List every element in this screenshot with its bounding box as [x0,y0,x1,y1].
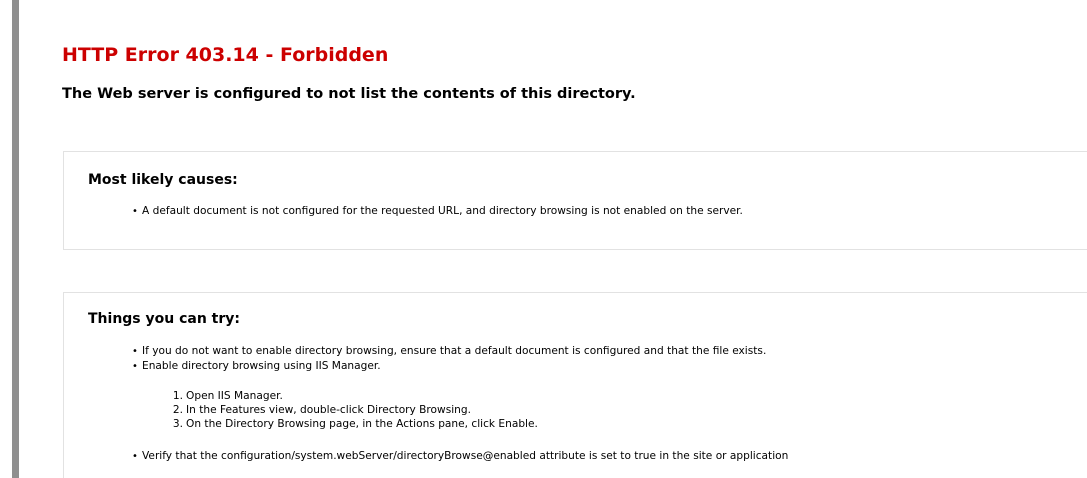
try-item: Verify that the configuration/system.web… [142,450,789,462]
step-number: 2. [172,404,183,416]
error-title: HTTP Error 403.14 - Forbidden [62,44,389,66]
step-item: Open IIS Manager. [186,390,283,402]
bullet-icon: • [132,451,138,462]
things-you-can-try-panel: Things you can try: • If you do not want… [63,292,1087,478]
most-likely-causes-panel: Most likely causes: • A default document… [63,151,1087,250]
bullet-icon: • [132,346,138,357]
step-number: 1. [172,390,183,402]
try-item: If you do not want to enable directory b… [142,345,767,357]
try-item: Enable directory browsing using IIS Mana… [142,360,381,372]
bullet-icon: • [132,361,138,372]
error-subtitle: The Web server is configured to not list… [62,86,636,102]
try-heading: Things you can try: [88,311,241,327]
step-item: On the Directory Browsing page, in the A… [186,418,538,430]
causes-heading: Most likely causes: [88,172,238,188]
step-item: In the Features view, double-click Direc… [186,404,471,416]
bullet-icon: • [132,206,138,217]
step-number: 3. [172,418,183,430]
left-border-bar [12,0,19,478]
cause-item: A default document is not configured for… [142,205,743,217]
